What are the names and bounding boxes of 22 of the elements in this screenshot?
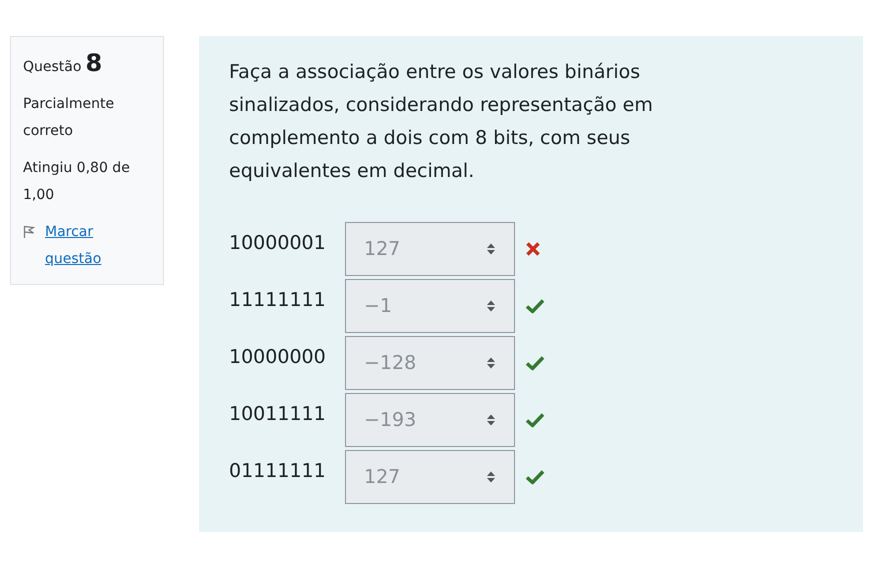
question-label: Questão — [23, 59, 82, 75]
answer-select[interactable]: −128 — [345, 336, 515, 390]
up-down-arrows-icon — [486, 299, 496, 313]
binary-value: 01111111 — [229, 459, 327, 482]
binary-value: 10011111 — [229, 402, 327, 425]
binary-value: 11111111 — [229, 288, 327, 311]
flag-icon — [23, 225, 35, 239]
answer-select[interactable]: −1 — [345, 279, 515, 333]
answer-select[interactable]: 127 — [345, 450, 515, 504]
binary-value: 10000000 — [229, 345, 327, 368]
binary-value: 10000001 — [229, 231, 327, 254]
flag-question-link[interactable]: Marcar questão — [45, 219, 133, 273]
question-state: Parcialmente correto — [23, 95, 116, 141]
answer-select[interactable]: −193 — [345, 393, 515, 447]
up-down-arrows-icon — [486, 242, 496, 256]
up-down-arrows-icon — [486, 470, 496, 484]
up-down-arrows-icon — [486, 356, 496, 370]
question-grade: Atingiu 0,80 de 1,00 — [23, 159, 131, 205]
question-number: 8 — [85, 49, 102, 77]
up-down-arrows-icon — [486, 413, 496, 427]
question-text: Faça a associação entre os valores binários sinalizados, considerando representação em complemento a dois com 8 bits, com seus equivalentes em decimal. — [229, 60, 654, 184]
answer-select[interactable]: 127 — [345, 222, 515, 276]
